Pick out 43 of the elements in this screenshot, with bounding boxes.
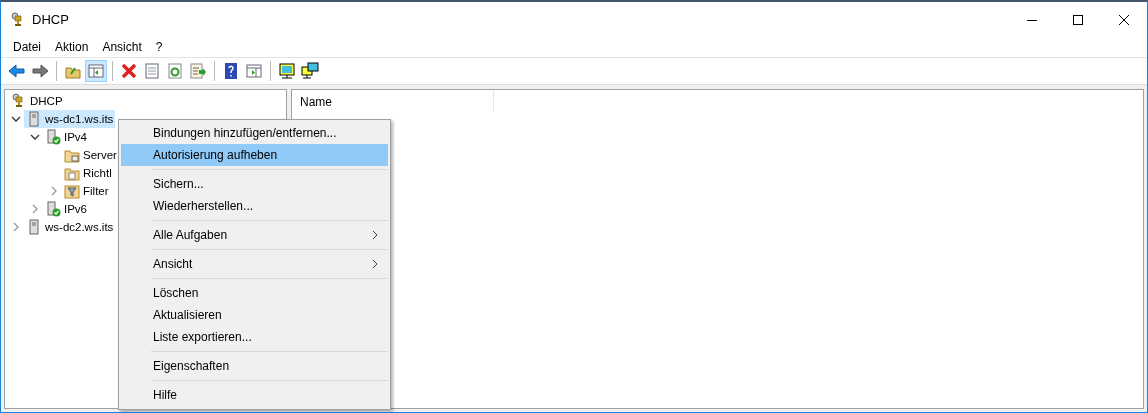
context-menu-item[interactable]: Wiederherstellen... [121, 195, 388, 217]
tree-item[interactable]: IPv6 [43, 200, 89, 218]
context-menu-item[interactable]: Bindungen hinzufügen/entfernen... [121, 122, 388, 144]
tree-item[interactable]: IPv4 [43, 128, 89, 146]
tree-item[interactable]: ws-dc2.ws.its [24, 218, 116, 236]
context-menu-item[interactable]: Ansicht [121, 253, 388, 275]
window-title: DHCP [32, 12, 69, 27]
context-menu-item[interactable]: Löschen [121, 282, 388, 304]
menu-item[interactable]: Aktion [48, 40, 96, 54]
server-check-icon [45, 129, 61, 145]
tree-item[interactable]: Filter [62, 182, 111, 200]
monitor-button[interactable] [276, 60, 298, 82]
collapse-chevron-icon[interactable] [11, 114, 21, 124]
menu-item[interactable]: Datei [6, 40, 48, 54]
export-button[interactable] [187, 60, 209, 82]
tree-item[interactable]: ws-dc1.ws.its [24, 110, 116, 128]
tree-item[interactable]: DHCP [9, 92, 65, 110]
close-icon [1119, 14, 1129, 25]
menu-item[interactable]: Ansicht [95, 40, 149, 54]
filter-icon [64, 183, 80, 199]
monitors-button[interactable] [299, 60, 321, 82]
folder-icon [64, 147, 80, 163]
context-menu-item[interactable]: Hilfe [121, 384, 388, 406]
server-icon [26, 219, 42, 235]
server-icon [26, 111, 42, 127]
expand-chevron-icon[interactable] [11, 222, 21, 232]
context-menu-item[interactable]: Sichern... [121, 173, 388, 195]
context-menu-item[interactable]: Alle Aufgaben [121, 224, 388, 246]
menu-item[interactable]: ? [148, 40, 170, 54]
tree-item[interactable]: Server [62, 146, 119, 164]
column-header[interactable]: Name [292, 90, 494, 112]
folder-icon [64, 165, 80, 181]
tree-button[interactable] [85, 60, 107, 82]
expand-chevron-icon[interactable] [30, 204, 40, 214]
context-menu-item[interactable]: Liste exportieren... [121, 326, 388, 348]
context-menu-item[interactable]: Aktualisieren [121, 304, 388, 326]
context-menu-item[interactable]: Autorisierung aufheben [121, 144, 388, 166]
expand-chevron-icon[interactable] [49, 186, 59, 196]
maximize-icon [1073, 14, 1083, 25]
tree-item[interactable]: Richtl [62, 164, 114, 182]
server-check-icon [45, 201, 61, 217]
collapse-chevron-icon[interactable] [30, 132, 40, 142]
context-menu-item[interactable]: Eigenschaften [121, 355, 388, 377]
